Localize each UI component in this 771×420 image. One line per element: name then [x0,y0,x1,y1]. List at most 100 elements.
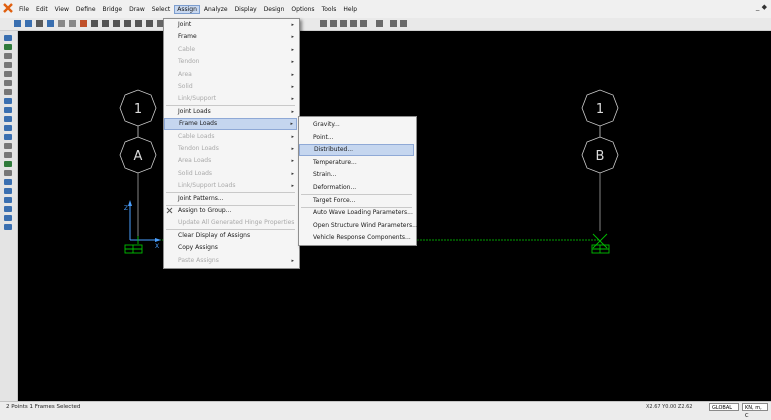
toolbar-button-icon[interactable] [340,20,347,27]
assign-menu-item[interactable]: Joint Loads ▸ [164,106,297,118]
menu-assign[interactable]: Assign [174,4,200,14]
assign-menu-item[interactable]: Tendon ▸ [164,56,297,68]
toolbar-button-icon[interactable] [350,20,357,27]
left-toolbar-button-icon[interactable] [4,188,12,194]
left-toolbar-button-icon[interactable] [4,107,12,113]
window-controls[interactable]: _ ◆ [756,3,767,11]
support-left[interactable] [124,236,143,254]
assign-menu-item[interactable]: Paste Assigns ▸ [164,255,297,267]
sap-app-icon[interactable] [3,3,13,13]
menu-item-label: Tendon Loads [178,145,219,152]
left-toolbar-button-icon[interactable] [4,215,12,221]
left-toolbar-button-icon[interactable] [4,116,12,122]
left-toolbar-button-icon[interactable] [4,35,12,41]
assign-menu-item[interactable]: Solid ▸ [164,81,297,93]
menu-bridge[interactable]: Bridge [100,5,126,14]
assign-menu-item[interactable]: Frame Loads ▸ [164,118,297,131]
frame-loads-item[interactable]: Deformation... [299,182,414,194]
left-toolbar-button-icon[interactable] [4,80,12,86]
menu-item-label: Solid Loads [178,169,213,177]
assign-menu-item[interactable]: Joint ▸ [164,19,297,31]
assign-menu-item[interactable]: Cable ▸ [164,44,297,56]
assign-menu-item[interactable]: Area Loads ▸ [164,155,297,167]
menu-help[interactable]: Help [340,5,360,14]
left-toolbar-button-icon[interactable] [4,71,12,77]
frame-loads-item[interactable]: Strain... [299,169,414,181]
toolbar-button-icon[interactable] [113,20,120,27]
toolbar-button-icon[interactable] [47,20,54,27]
left-toolbar-button-icon[interactable] [4,62,12,68]
assign-menu-item[interactable]: Link/Support ▸ [164,93,297,105]
menu-item-label: Clear Display of Assigns [178,231,251,239]
toolbar-button-icon[interactable] [330,20,337,27]
assign-menu-item[interactable]: Clear Display of Assigns [164,230,297,242]
assign-menu-item[interactable]: Assign to Group... [164,205,297,217]
left-toolbar-button-icon[interactable] [4,53,12,59]
menu-item-label: Tendon [178,58,200,66]
menu-analyze[interactable]: Analyze [201,5,231,14]
menu-view[interactable]: View [52,5,72,14]
toolbar-button-icon[interactable] [69,20,76,27]
menu-item-label: Temperature... [313,158,357,166]
frame-loads-item[interactable]: Target Force... [299,195,414,207]
menu-tools[interactable]: Tools [319,5,340,14]
submenu-arrow-icon: ▸ [291,22,294,28]
assign-menu-item[interactable]: Link/Support Loads ▸ [164,180,297,192]
toolbar-button-icon[interactable] [36,20,43,27]
menu-edit[interactable]: Edit [33,5,51,14]
toolbar-button-icon[interactable] [102,20,109,27]
toolbar-button-icon[interactable] [80,20,87,27]
toolbar-button-icon[interactable] [146,20,153,27]
frame-loads-item[interactable]: Gravity... [299,119,414,131]
toolbar-button-icon[interactable] [360,20,367,27]
assign-menu-item[interactable]: Area ▸ [164,69,297,81]
frame-loads-item[interactable]: Vehicle Response Components... [299,232,414,244]
frame-loads-item[interactable]: Temperature... [299,157,414,169]
toolbar-button-icon[interactable] [135,20,142,27]
left-toolbar-button-icon[interactable] [4,98,12,104]
toolbar-button-icon[interactable] [390,20,397,27]
left-toolbar-button-icon[interactable] [4,206,12,212]
toolbar-button-icon[interactable] [91,20,98,27]
menu-design[interactable]: Design [261,5,288,14]
frame-loads-item[interactable]: Open Structure Wind Parameters... [299,220,418,232]
toolbar-button-icon[interactable] [25,20,32,27]
assign-menu-item[interactable]: Solid Loads ▸ [164,168,297,180]
left-toolbar-button-icon[interactable] [4,197,12,203]
menu-item-label: Deformation... [313,184,357,191]
units-select[interactable]: KN, m, C [742,403,768,419]
toolbar-button-icon[interactable] [58,20,65,27]
toolbar-button-icon[interactable] [376,20,383,27]
assign-menu-item[interactable]: Tendon Loads ▸ [164,143,297,155]
toolbar-button-icon[interactable] [400,20,407,27]
left-toolbar-button-icon[interactable] [4,134,12,140]
frame-loads-item[interactable]: Distributed... [299,144,414,157]
assign-menu-item[interactable]: Cable Loads ▸ [164,131,297,143]
left-toolbar-button-icon[interactable] [4,224,12,230]
menu-display[interactable]: Display [232,5,260,14]
left-toolbar-button-icon[interactable] [4,44,12,50]
left-toolbar-button-icon[interactable] [4,152,12,158]
menu-select[interactable]: Select [149,5,174,14]
left-toolbar-button-icon[interactable] [4,143,12,149]
left-toolbar-button-icon[interactable] [4,179,12,185]
toolbar-button-icon[interactable] [124,20,131,27]
menu-draw[interactable]: Draw [126,5,148,14]
menu-define[interactable]: Define [73,5,99,14]
assign-menu-item[interactable]: Update All Generated Hinge Properties [164,217,297,229]
left-toolbar-button-icon[interactable] [4,125,12,131]
support-right[interactable] [591,233,610,254]
frame-loads-item[interactable]: Point... [299,132,414,144]
coord-system-select[interactable]: GLOBAL [709,403,739,411]
toolbar-button-icon[interactable] [320,20,327,27]
left-toolbar-button-icon[interactable] [4,89,12,95]
assign-menu-item[interactable]: Joint Patterns... [164,193,297,205]
frame-loads-item[interactable]: Auto Wave Loading Parameters... [299,207,414,219]
assign-menu-item[interactable]: Copy Assigns [164,242,297,254]
menu-options[interactable]: Options [288,5,317,14]
menu-file[interactable]: File [16,5,32,14]
assign-menu-item[interactable]: Frame ▸ [164,31,297,43]
toolbar-button-icon[interactable] [14,20,21,27]
left-toolbar-button-icon[interactable] [4,161,12,167]
left-toolbar-button-icon[interactable] [4,170,12,176]
